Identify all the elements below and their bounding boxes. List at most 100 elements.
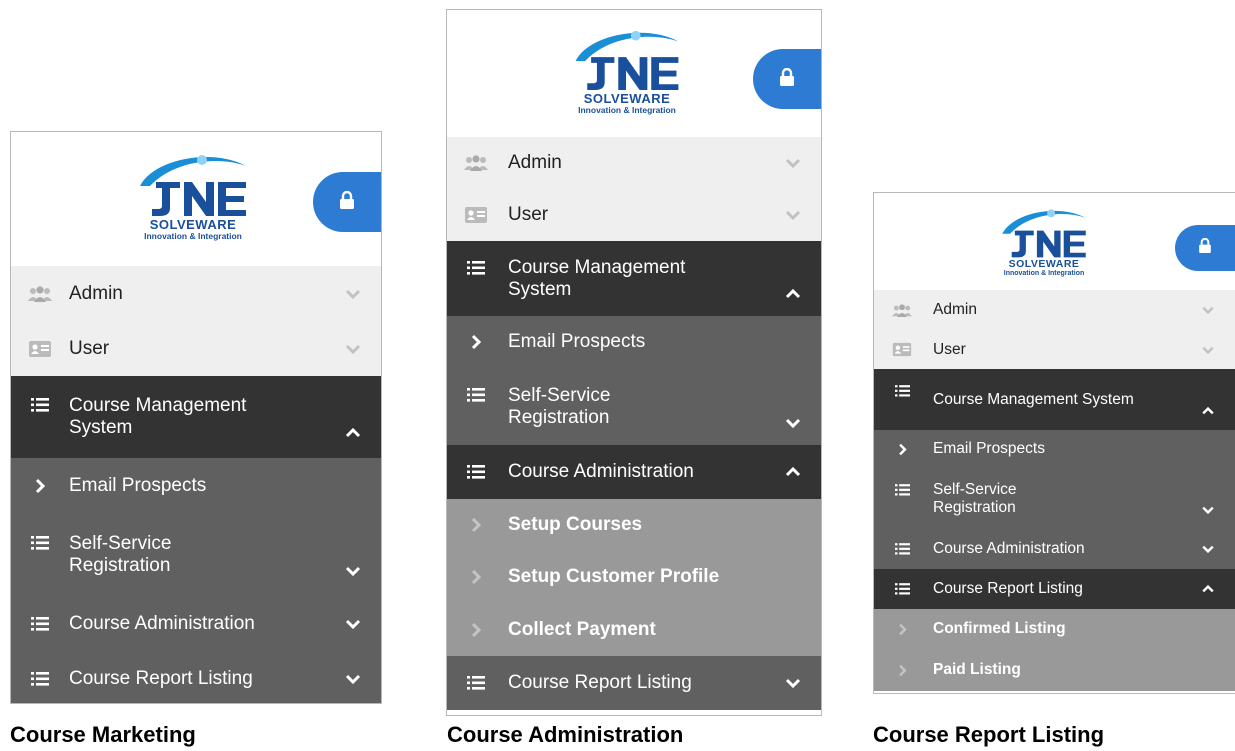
chevron-right-icon — [890, 664, 914, 677]
menu-item-course-administration[interactable]: Course Administration — [447, 445, 821, 499]
menu-item-user[interactable]: User — [11, 322, 381, 376]
chevron-right-icon — [461, 569, 491, 585]
menu-label: Setup Courses — [508, 514, 643, 536]
chevron-down-icon[interactable] — [785, 158, 801, 168]
lock-button[interactable] — [753, 49, 821, 109]
menu-label: Admin — [69, 283, 123, 305]
menu-label: Course Management System — [933, 390, 1134, 408]
list-icon — [890, 583, 914, 595]
lock-button[interactable] — [1175, 225, 1235, 271]
chevron-right-icon — [25, 478, 55, 494]
menu-item-course-management-system[interactable]: Course Management System — [874, 369, 1235, 430]
list-icon — [461, 676, 491, 690]
menu-item-self-service-registration[interactable]: Self-Service Registration — [447, 368, 821, 445]
chevron-down-icon[interactable] — [345, 344, 361, 354]
company-logo: SOLVEWARE Innovation & Integration — [556, 28, 698, 115]
menu-item-course-administration[interactable]: Course Administration — [11, 596, 381, 652]
chevron-down-icon[interactable] — [345, 674, 361, 684]
menu-label: Setup Customer Profile — [508, 566, 720, 588]
logo-area: SOLVEWARE Innovation & Integration — [874, 193, 1235, 290]
menu-item-course-management-system[interactable]: Course Management System — [447, 241, 821, 316]
logo-tagline: Innovation & Integration — [1003, 269, 1085, 277]
lock-icon — [779, 67, 795, 91]
menu-item-confirmed-listing[interactable]: Confirmed Listing — [874, 609, 1235, 649]
id-card-icon — [461, 206, 491, 224]
menu-item-collect-payment[interactable]: Collect Payment — [447, 603, 821, 656]
menu-label: Collect Payment — [508, 618, 656, 640]
menu-label: Admin — [933, 301, 977, 319]
menu-item-course-administration[interactable]: Course Administration — [874, 529, 1235, 569]
caption-course-report-listing: Course Report Listing — [873, 722, 1105, 747]
menu-item-self-service-registration[interactable]: Self-Service Registration — [874, 468, 1235, 529]
menu-item-user[interactable]: User — [447, 189, 821, 241]
chevron-up-icon[interactable] — [1201, 407, 1215, 415]
company-logo: SOLVEWARE Innovation & Integration — [123, 152, 263, 241]
users-icon — [890, 303, 914, 317]
chevron-up-icon[interactable] — [785, 467, 801, 477]
chevron-down-icon[interactable] — [345, 619, 361, 629]
menu-label: Email Prospects — [933, 440, 1045, 458]
chevron-down-icon[interactable] — [345, 289, 361, 299]
list-icon — [461, 261, 491, 275]
menu-item-email-prospects[interactable]: Email Prospects — [11, 458, 381, 514]
list-icon — [25, 398, 55, 412]
menu-item-admin[interactable]: Admin — [874, 290, 1235, 330]
menu-label: Course Administration — [933, 540, 1085, 558]
chevron-up-icon[interactable] — [345, 428, 361, 438]
lock-icon — [339, 190, 355, 214]
id-card-icon — [890, 342, 914, 357]
menu-item-admin[interactable]: Admin — [447, 137, 821, 189]
menu-item-setup-courses[interactable]: Setup Courses — [447, 499, 821, 551]
chevron-down-icon[interactable] — [1201, 346, 1215, 354]
menu-label: Course Report Listing — [508, 672, 692, 694]
menu-label: Course Report Listing — [933, 580, 1083, 598]
chevron-down-icon[interactable] — [785, 678, 801, 688]
chevron-down-icon[interactable] — [1201, 545, 1215, 553]
list-icon — [890, 385, 914, 397]
menu-item-setup-customer-profile[interactable]: Setup Customer Profile — [447, 551, 821, 603]
list-icon — [461, 388, 491, 402]
company-logo: SOLVEWARE Innovation & Integration — [987, 207, 1101, 278]
menu-label: Course Administration — [69, 613, 255, 635]
chevron-up-icon[interactable] — [785, 289, 801, 299]
menu-item-email-prospects[interactable]: Email Prospects — [447, 316, 821, 368]
list-icon — [890, 543, 914, 555]
menu-label: Course Report Listing — [69, 667, 253, 689]
logo-tagline: Innovation & Integration — [578, 105, 676, 115]
menu-label: Paid Listing — [933, 661, 1021, 679]
menu-item-user[interactable]: User — [874, 330, 1235, 369]
caption-course-administration: Course Administration — [447, 722, 684, 747]
chevron-down-icon[interactable] — [785, 210, 801, 220]
list-icon — [25, 536, 55, 550]
menu-label: User — [69, 338, 110, 360]
caption-course-marketing: Course Marketing — [10, 722, 196, 747]
chevron-down-icon[interactable] — [1201, 306, 1215, 314]
menu-label: Course Management System — [69, 395, 247, 438]
menu-item-course-report-listing[interactable]: Course Report Listing — [874, 569, 1235, 609]
menu-item-admin[interactable]: Admin — [11, 266, 381, 322]
logo-name: SOLVEWARE — [583, 91, 671, 106]
id-card-icon — [25, 340, 55, 358]
logo-tagline: Innovation & Integration — [144, 231, 242, 241]
chevron-down-icon[interactable] — [345, 566, 361, 576]
chevron-down-icon[interactable] — [785, 418, 801, 428]
sidebar-panel-course-report-listing: SOLVEWARE Innovation & Integration Admin… — [873, 192, 1235, 694]
list-icon — [25, 617, 55, 631]
chevron-down-icon[interactable] — [1201, 506, 1215, 514]
menu-item-email-prospects[interactable]: Email Prospects — [874, 430, 1235, 468]
users-icon — [25, 286, 55, 302]
chevron-up-icon[interactable] — [1201, 585, 1215, 593]
menu-item-self-service-registration[interactable]: Self-Service Registration — [11, 514, 381, 596]
menu-label: User — [933, 340, 966, 358]
chevron-right-icon — [890, 443, 914, 456]
menu-label: Self-Service Registration — [508, 384, 611, 428]
menu-item-course-management-system[interactable]: Course Management System — [11, 376, 381, 458]
logo-name: SOLVEWARE — [1008, 258, 1080, 270]
menu-item-course-report-listing[interactable]: Course Report Listing — [447, 656, 821, 710]
chevron-right-icon — [890, 623, 914, 636]
menu-label: Self-Service Registration — [69, 533, 172, 576]
menu-item-paid-listing[interactable]: Paid Listing — [874, 649, 1235, 691]
lock-button[interactable] — [313, 172, 381, 232]
menu-item-course-report-listing[interactable]: Course Report Listing — [11, 652, 381, 703]
chevron-right-icon — [461, 334, 491, 350]
